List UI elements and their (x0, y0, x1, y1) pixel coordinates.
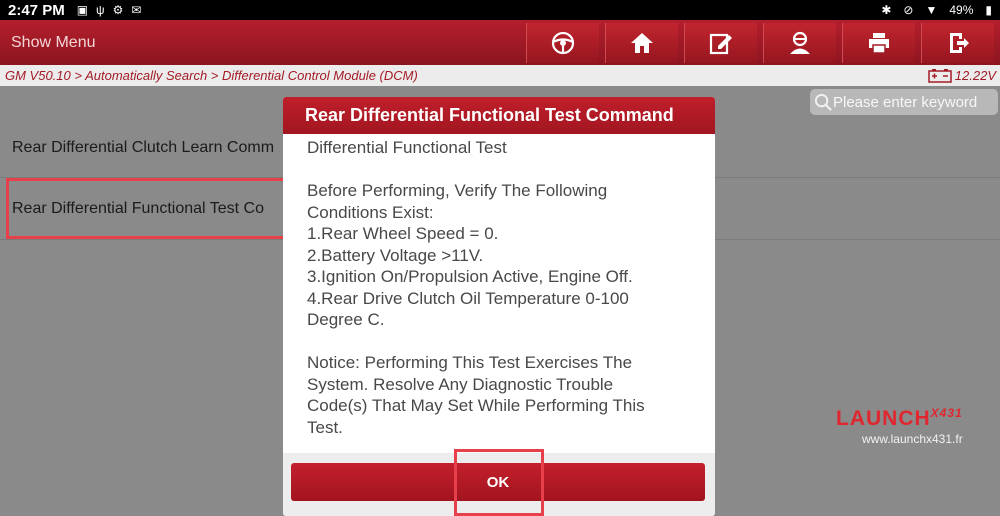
dialog-line: System. Resolve Any Diagnostic Trouble (307, 374, 614, 394)
image-notification-icon: ▣ (76, 3, 89, 17)
battery-icon: ▮ (985, 3, 992, 17)
steering-wheel-button[interactable] (526, 22, 599, 63)
edit-button[interactable] (684, 22, 757, 63)
dialog-line: Conditions Exist: (307, 202, 434, 222)
dialog-line: Degree C. (307, 310, 385, 329)
ok-button-highlight (454, 449, 544, 516)
dialog-title: Rear Differential Functional Test Comman… (283, 97, 715, 134)
search-input[interactable]: Please enter keyword (810, 89, 998, 115)
selected-item-highlight (6, 178, 288, 239)
status-bar: 2:47 PM ▣ ψ ⚙ ✉ ✱ ⊘ ▼ 49% ▮ (0, 0, 1000, 20)
home-icon (631, 32, 653, 53)
breadcrumb: GM V50.10 > Automatically Search > Diffe… (0, 65, 1000, 86)
steering-wheel-icon (551, 31, 575, 54)
voltage-value: 12.22V (954, 68, 996, 83)
user-icon (790, 31, 810, 54)
exit-icon (950, 32, 969, 53)
watermark-model: X431 (930, 406, 963, 420)
breadcrumb-path: GM V50.10 > Automatically Search > Diffe… (5, 68, 418, 83)
battery-percent: 49% (949, 3, 974, 17)
message-icon: ✉ (131, 3, 142, 17)
dialog-line: Notice: Performing This Test Exercises T… (307, 353, 633, 372)
search-icon (814, 93, 832, 111)
show-menu-button[interactable]: Show Menu (0, 34, 526, 52)
dialog-line: Differential Functional Test (307, 138, 507, 157)
print-button[interactable] (842, 22, 915, 63)
dialog-line (307, 159, 693, 181)
app-bar: Show Menu (0, 20, 1000, 65)
watermark-brand: LAUNCH (836, 407, 931, 430)
launch-watermark: LAUNCHX431 www.launchx431.fr (836, 406, 963, 446)
status-time: 2:47 PM (8, 1, 65, 19)
list-item-label: Rear Differential Clutch Learn Comm (12, 138, 275, 156)
wifi-icon: ▼ (925, 3, 938, 17)
dialog-line: Code(s) That May Set While Performing Th… (307, 396, 645, 415)
dialog-line: 4.Rear Drive Clutch Oil Temperature 0-10… (307, 288, 629, 308)
settings-notification-icon: ⚙ (112, 3, 124, 17)
dialog-line: Before Performing, Verify The Following (307, 181, 608, 200)
search-placeholder: Please enter keyword (833, 93, 978, 111)
dialog-line: Test. (307, 417, 343, 437)
dialog-line (307, 331, 693, 353)
edit-icon (709, 33, 732, 54)
printer-icon (869, 32, 889, 54)
home-button[interactable] (605, 22, 678, 63)
usb-icon: ψ (96, 3, 105, 17)
bluetooth-icon: ✱ (881, 3, 892, 17)
user-button[interactable] (763, 22, 836, 63)
dialog-line: 2.Battery Voltage >11V. (307, 245, 484, 265)
dialog-message: Differential Functional Test Before Perf… (283, 134, 715, 459)
dialog-line: 1.Rear Wheel Speed = 0. (307, 224, 499, 243)
mute-icon: ⊘ (903, 3, 914, 17)
dialog-line: 3.Ignition On/Propulsion Active, Engine … (307, 267, 633, 286)
exit-button[interactable] (921, 22, 994, 63)
watermark-url: www.launchx431.fr (861, 432, 963, 446)
battery-voltage-icon (928, 68, 952, 83)
